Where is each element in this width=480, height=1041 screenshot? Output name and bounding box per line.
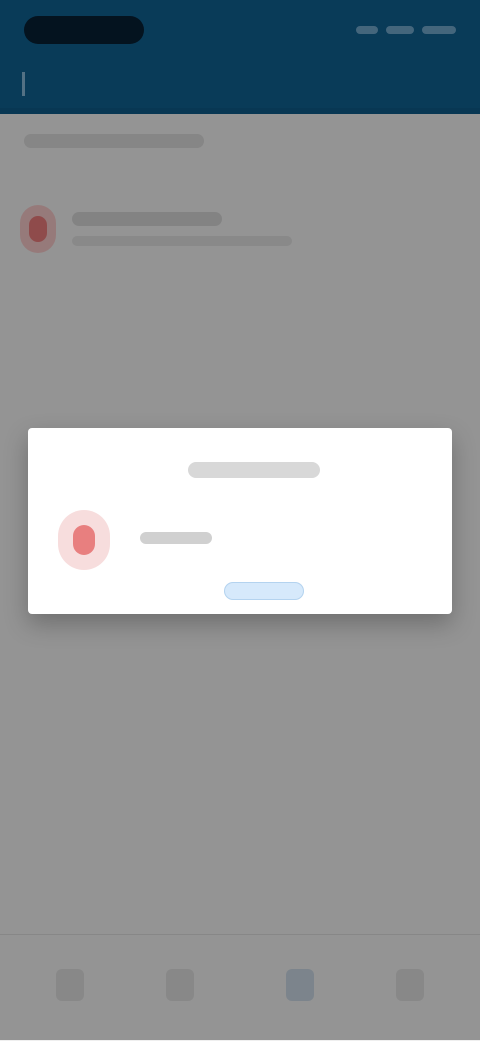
dialog-ok-button[interactable] [224, 582, 304, 600]
alert-icon-dot [73, 525, 95, 555]
dialog-message [140, 532, 212, 544]
alert-icon [58, 510, 110, 570]
dialog-title [188, 462, 320, 478]
dialog [28, 428, 452, 614]
